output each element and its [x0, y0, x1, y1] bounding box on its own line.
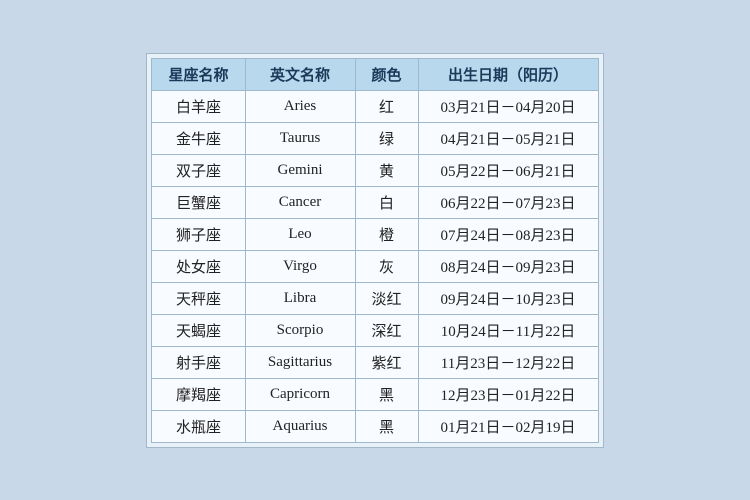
- cell-en: Aries: [245, 90, 355, 122]
- cell-color: 黄: [355, 154, 418, 186]
- cell-cn: 巨蟹座: [152, 186, 245, 218]
- table-row: 金牛座Taurus绿04月21日－05月21日: [152, 122, 598, 154]
- cell-cn: 天蝎座: [152, 314, 245, 346]
- table-row: 射手座Sagittarius紫红11月23日－12月22日: [152, 346, 598, 378]
- table-row: 双子座Gemini黄05月22日－06月21日: [152, 154, 598, 186]
- cell-cn: 天秤座: [152, 282, 245, 314]
- cell-en: Leo: [245, 218, 355, 250]
- cell-color: 橙: [355, 218, 418, 250]
- cell-cn: 白羊座: [152, 90, 245, 122]
- table-row: 天蝎座Scorpio深红10月24日－11月22日: [152, 314, 598, 346]
- header-en: 英文名称: [245, 58, 355, 90]
- table-row: 巨蟹座Cancer白06月22日－07月23日: [152, 186, 598, 218]
- table-row: 天秤座Libra淡红09月24日－10月23日: [152, 282, 598, 314]
- table-row: 摩羯座Capricorn黑12月23日－01月22日: [152, 378, 598, 410]
- cell-color: 黑: [355, 410, 418, 442]
- cell-color: 灰: [355, 250, 418, 282]
- cell-cn: 金牛座: [152, 122, 245, 154]
- cell-en: Sagittarius: [245, 346, 355, 378]
- cell-date: 12月23日－01月22日: [418, 378, 598, 410]
- cell-en: Libra: [245, 282, 355, 314]
- cell-en: Capricorn: [245, 378, 355, 410]
- cell-cn: 水瓶座: [152, 410, 245, 442]
- header-color: 颜色: [355, 58, 418, 90]
- zodiac-table: 星座名称 英文名称 颜色 出生日期（阳历） 白羊座Aries红03月21日－04…: [151, 58, 598, 443]
- cell-cn: 双子座: [152, 154, 245, 186]
- header-date: 出生日期（阳历）: [418, 58, 598, 90]
- cell-en: Scorpio: [245, 314, 355, 346]
- cell-en: Taurus: [245, 122, 355, 154]
- header-cn: 星座名称: [152, 58, 245, 90]
- cell-cn: 摩羯座: [152, 378, 245, 410]
- cell-date: 04月21日－05月21日: [418, 122, 598, 154]
- cell-cn: 处女座: [152, 250, 245, 282]
- cell-color: 红: [355, 90, 418, 122]
- cell-date: 06月22日－07月23日: [418, 186, 598, 218]
- cell-color: 绿: [355, 122, 418, 154]
- cell-date: 01月21日－02月19日: [418, 410, 598, 442]
- cell-color: 白: [355, 186, 418, 218]
- cell-cn: 狮子座: [152, 218, 245, 250]
- table-row: 处女座Virgo灰08月24日－09月23日: [152, 250, 598, 282]
- zodiac-table-container: 星座名称 英文名称 颜色 出生日期（阳历） 白羊座Aries红03月21日－04…: [146, 53, 603, 448]
- cell-en: Aquarius: [245, 410, 355, 442]
- cell-date: 07月24日－08月23日: [418, 218, 598, 250]
- cell-en: Gemini: [245, 154, 355, 186]
- cell-color: 淡红: [355, 282, 418, 314]
- cell-cn: 射手座: [152, 346, 245, 378]
- table-row: 狮子座Leo橙07月24日－08月23日: [152, 218, 598, 250]
- cell-date: 05月22日－06月21日: [418, 154, 598, 186]
- cell-date: 09月24日－10月23日: [418, 282, 598, 314]
- cell-en: Virgo: [245, 250, 355, 282]
- cell-color: 黑: [355, 378, 418, 410]
- cell-date: 11月23日－12月22日: [418, 346, 598, 378]
- table-row: 水瓶座Aquarius黑01月21日－02月19日: [152, 410, 598, 442]
- cell-date: 10月24日－11月22日: [418, 314, 598, 346]
- cell-date: 08月24日－09月23日: [418, 250, 598, 282]
- cell-color: 深红: [355, 314, 418, 346]
- cell-date: 03月21日－04月20日: [418, 90, 598, 122]
- cell-color: 紫红: [355, 346, 418, 378]
- cell-en: Cancer: [245, 186, 355, 218]
- table-header-row: 星座名称 英文名称 颜色 出生日期（阳历）: [152, 58, 598, 90]
- table-row: 白羊座Aries红03月21日－04月20日: [152, 90, 598, 122]
